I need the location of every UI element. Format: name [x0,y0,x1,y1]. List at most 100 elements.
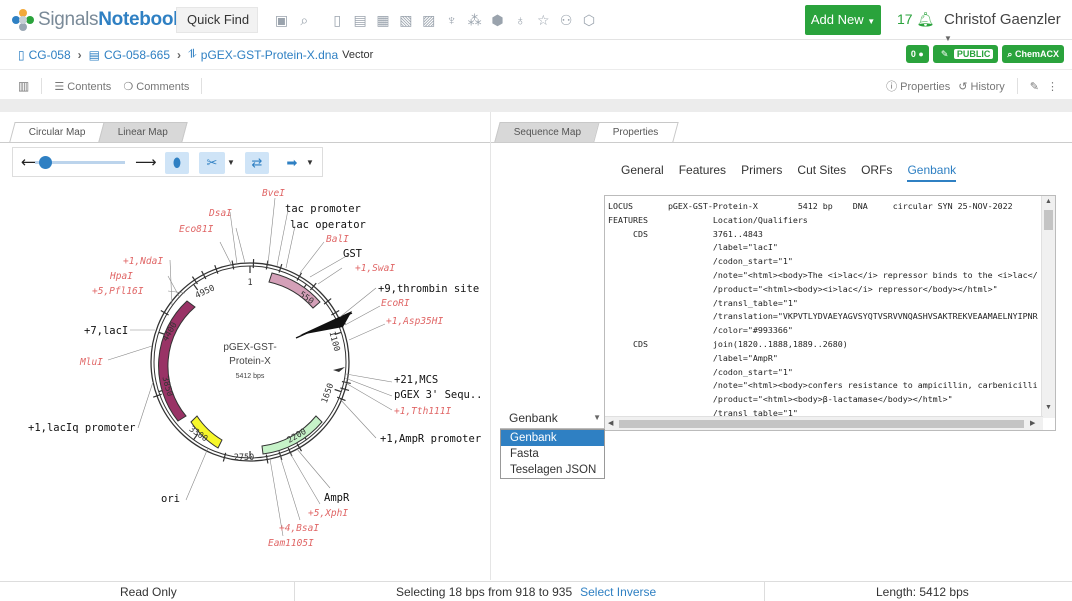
feature-label[interactable]: +7,lacI [84,325,128,337]
notebook-icon: ▯ [18,48,25,62]
cube-icon[interactable]: ⬡ [578,10,601,30]
chemacx-button[interactable]: ⌕ ChemACX [1002,45,1064,63]
enzyme-label[interactable]: +1,SwaI [355,263,395,274]
comments-button[interactable]: ❍ Comments [123,80,189,93]
scrollbar-thumb[interactable] [619,420,1024,428]
feature-label[interactable]: +21,MCS [394,374,438,386]
badge-group: 0 ● ✎ PUBLIC ⌕ ChemACX [906,45,1064,63]
feature-arrow-button[interactable]: ➡ [281,152,303,174]
enzyme-label[interactable]: Eam1105I [268,538,314,549]
properties-button[interactable]: ⓘ Properties [886,78,950,94]
tab-sequence-map[interactable]: Sequence Map [494,122,601,142]
enzyme-label[interactable]: DsaI [208,208,232,219]
sidebar-icon[interactable]: ▣ [270,10,293,30]
enzyme-label[interactable]: +4,BsaI [279,523,319,534]
quick-find-button[interactable]: Quick Find [176,7,258,33]
flask-icon[interactable]: ♁ [509,10,532,30]
image-icon[interactable]: ▧ [394,10,417,30]
status-bar: Read Only Selecting 18 bps from 918 to 9… [0,581,1072,600]
tab-genbank[interactable]: Genbank [907,163,956,182]
breadcrumb-item-experiment[interactable]: CG-058-665 [104,48,170,62]
comment-icon: ❍ [123,81,133,93]
cut-sites-button[interactable]: ✂ [199,152,225,174]
search-icon[interactable]: ⌕ [293,10,316,30]
genbank-textarea[interactable]: LOCUS pGEX-GST-Protein-X 5412 bp DNA cir… [604,195,1056,431]
enzyme-label[interactable]: +1,NdaI [123,256,163,267]
format-option[interactable]: Teselagen JSON [501,462,604,478]
top-header: SignalsNotebook Quick Find ▣ ⌕ ▯ ▤ ▦ ▧ ▨… [0,0,1072,40]
horizontal-scrollbar[interactable]: ◀ ▶ [605,416,1043,430]
divider [41,78,42,94]
tab-general[interactable]: General [621,163,664,182]
enzyme-label[interactable]: +5,Pfl16I [92,286,144,297]
breadcrumb-item-file[interactable]: pGEX-GST-Protein-X.dna [201,48,338,62]
enzyme-label[interactable]: MluI [79,357,103,368]
orf-toggle-button[interactable]: ⇄ [245,152,269,174]
scroll-left-icon[interactable]: ◀ [608,419,613,427]
left-tab-bar: Circular Map Linear Map [12,122,183,142]
feature-label[interactable]: ori [161,493,180,505]
enzyme-label[interactable]: BveI [262,188,285,199]
history-button[interactable]: ↺ History [958,80,1005,93]
enzyme-label[interactable]: BalI [326,234,349,245]
scroll-right-icon[interactable]: ▶ [1030,419,1035,427]
zoom-in-arrow-icon[interactable]: ⟶ [135,153,157,171]
molecule-icon[interactable]: ⁂ [463,10,486,30]
add-new-button[interactable]: Add New ▼ [805,5,881,35]
feature-label[interactable]: tac promoter [285,203,361,215]
scrollbar-thumb[interactable] [1044,210,1053,230]
format-option[interactable]: Fasta [501,446,604,462]
scroll-down-icon[interactable]: ▼ [1045,404,1052,411]
feature-label[interactable]: +1,AmpR promoter [380,433,481,445]
tab-properties[interactable]: Properties [594,122,679,142]
notebook-icon[interactable]: ▤ [349,10,372,30]
divider [764,582,765,601]
enzyme-label[interactable]: EcoRI [381,298,410,309]
select-inverse-link[interactable]: Select Inverse [580,585,656,599]
hexagon-icon[interactable]: ⬢ [486,10,509,30]
feature-label[interactable]: pGEX 3' Sequ.. [394,389,483,401]
group-icon[interactable]: ⚇ [555,10,578,30]
contents-button[interactable]: ☰ Contents [54,80,111,93]
zoom-slider-handle[interactable] [39,156,52,169]
feature-label[interactable]: AmpR [324,492,350,504]
pane-divider[interactable] [490,112,491,580]
search-icon: ⌕ [1007,49,1012,59]
feature-label[interactable]: +1,lacIq promoter [28,422,135,434]
feature-label[interactable]: GST [343,248,363,260]
microscope-icon[interactable]: ♆ [440,10,463,30]
vertical-scrollbar[interactable]: ▲ ▼ [1041,196,1055,418]
clipboard-icon[interactable]: ▨ [417,10,440,30]
chevron-down-icon[interactable]: ▼ [227,158,235,167]
tab-cut-sites[interactable]: Cut Sites [797,163,846,182]
public-badge[interactable]: ✎ PUBLIC [933,45,999,63]
tab-circular-map[interactable]: Circular Map [9,122,105,142]
format-select[interactable]: Genbank ▼ [500,407,605,429]
tab-features[interactable]: Features [679,163,726,182]
feature-label[interactable]: +9,thrombin site [378,283,479,295]
calendar-icon[interactable]: ▦ [372,10,395,30]
tab-linear-map[interactable]: Linear Map [98,122,187,142]
format-option[interactable]: Genbank [501,430,604,446]
notifications-button[interactable]: 17 🔔︎ [897,11,934,28]
star-icon[interactable]: ☆ [532,10,555,30]
circular-plasmid-map[interactable]: pGEX-GST- Protein-X 5412 bps 1 550 1100 … [0,180,490,580]
enzyme-label[interactable]: +5,XphI [308,508,348,519]
tab-primers[interactable]: Primers [741,163,782,182]
scroll-up-icon[interactable]: ▲ [1045,198,1052,205]
app-logo[interactable]: SignalsNotebook [12,8,183,32]
more-options-icon[interactable]: ⋮ [1047,80,1058,93]
panel-toggle-icon[interactable]: ▥ [18,79,29,93]
feature-label[interactable]: lac operator [290,219,366,231]
page-icon[interactable]: ▯ [326,10,349,30]
enzyme-label[interactable]: Eco81I [179,224,214,235]
chevron-down-icon[interactable]: ▼ [306,158,314,167]
comments-badge[interactable]: 0 ● [906,45,929,63]
enzyme-label[interactable]: HpaI [109,271,133,282]
breadcrumb-item-notebook[interactable]: CG-058 [29,48,71,62]
feature-display-button[interactable]: ⬮ [165,152,189,174]
edit-icon[interactable]: ✎ [1030,80,1039,93]
enzyme-label[interactable]: +1,Tth111I [394,406,451,417]
tab-orfs[interactable]: ORFs [861,163,892,182]
enzyme-label[interactable]: +1,Asp35HI [386,316,443,327]
